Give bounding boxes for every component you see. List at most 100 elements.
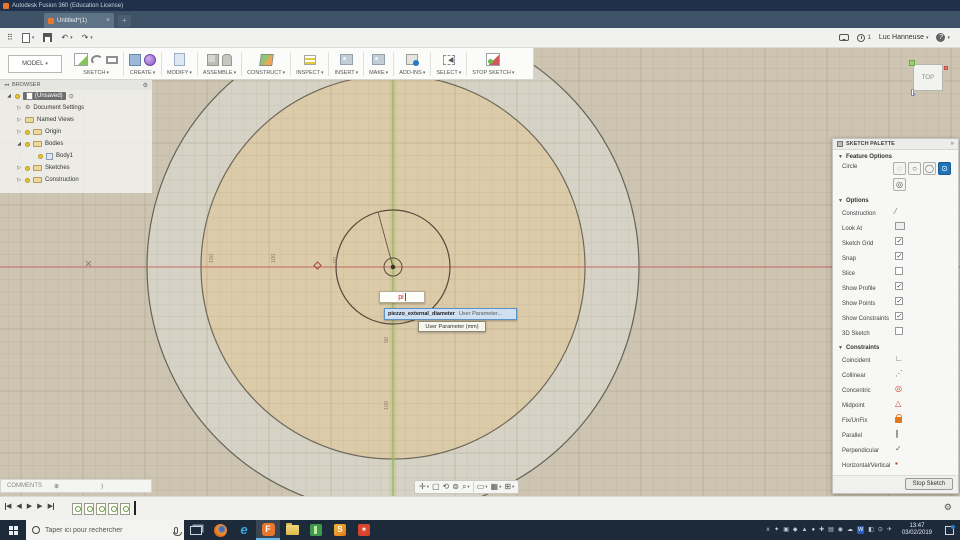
- constraint-midpoint[interactable]: Midpoint △: [833, 398, 958, 413]
- two-tangent-circle-icon-selected[interactable]: ⊙: [938, 162, 951, 175]
- redo-button[interactable]: ↷ ▾: [82, 33, 93, 43]
- view-cube-corner-green[interactable]: [909, 60, 915, 66]
- expander-icon[interactable]: ▷: [16, 105, 22, 111]
- browser-row-document-settings[interactable]: ▷ ⚙ Document Settings: [0, 102, 152, 114]
- 3d-sketch-checkbox[interactable]: [895, 327, 903, 335]
- press-pull-icon[interactable]: [173, 53, 185, 66]
- step-back-button[interactable]: ◀: [16, 502, 21, 510]
- tray-icon[interactable]: ▲: [802, 526, 808, 534]
- root-document[interactable]: (Unsaved): [23, 92, 66, 100]
- workspace-selector[interactable]: MODEL ▾: [8, 54, 62, 73]
- constraint-perpendicular[interactable]: Perpendicular ✓: [833, 443, 958, 458]
- constraint-concentric[interactable]: Concentric ◎: [833, 383, 958, 398]
- option-show-profile[interactable]: Show Profile: [833, 281, 958, 296]
- arc-tool-icon[interactable]: [91, 54, 103, 65]
- stop-sketch-button[interactable]: Stop Sketch: [904, 478, 953, 490]
- taskbar-app-red[interactable]: ✶: [352, 520, 376, 540]
- create-sketch-icon[interactable]: [74, 53, 88, 66]
- concentric-icon[interactable]: ◎: [895, 384, 902, 393]
- ribbon-group-assemble[interactable]: ASSEMBLE ▾: [198, 49, 241, 79]
- file-menu-button[interactable]: ▾: [21, 32, 34, 43]
- go-to-start-button[interactable]: ◀: [5, 502, 11, 510]
- show-constraints-checkbox[interactable]: [895, 312, 903, 320]
- ribbon-group-make[interactable]: MAKE ▾: [364, 49, 393, 79]
- taskbar-app-fusion360-active[interactable]: F: [256, 520, 280, 540]
- coincident-icon[interactable]: ∟: [895, 354, 903, 363]
- select-icon[interactable]: [442, 54, 455, 65]
- step-forward-button[interactable]: ▶: [37, 502, 42, 510]
- play-button[interactable]: ▶: [27, 502, 32, 510]
- taskbar-app-s[interactable]: S: [328, 520, 352, 540]
- tray-icon[interactable]: ✈: [887, 526, 892, 534]
- new-tab-button[interactable]: +: [118, 15, 131, 27]
- start-button[interactable]: [0, 520, 26, 540]
- display-settings-button[interactable]: ▭ ▾: [477, 481, 488, 493]
- form-tool-icon[interactable]: [144, 53, 156, 66]
- taskbar-app-explorer[interactable]: [280, 520, 304, 540]
- view-cube-corner-red[interactable]: [944, 66, 948, 70]
- display-mode-icon[interactable]: ⊙: [69, 93, 74, 100]
- look-at-icon[interactable]: [895, 222, 905, 230]
- go-to-end-button[interactable]: ▶: [48, 502, 54, 510]
- visibility-bulb-icon[interactable]: [38, 153, 43, 159]
- browser-row-construction[interactable]: ▷ Construction: [0, 174, 152, 186]
- viewports-button[interactable]: ⊞ ▾: [504, 481, 514, 493]
- close-tab-icon[interactable]: ×: [106, 17, 110, 24]
- perpendicular-icon[interactable]: ✓: [895, 444, 902, 453]
- undo-button[interactable]: ↶ ▾: [61, 33, 72, 43]
- comment-add-icon[interactable]: ⊕: [54, 483, 98, 490]
- constraint-collinear[interactable]: Collinear ⋰: [833, 368, 958, 383]
- section-expander-icon[interactable]: ▼: [838, 154, 843, 160]
- data-panel-grid-icon[interactable]: ⠿: [7, 33, 13, 43]
- make-icon[interactable]: [372, 54, 386, 65]
- ribbon-group-create[interactable]: CREATE ▾: [124, 49, 161, 79]
- tray-icon[interactable]: ✚: [819, 526, 824, 534]
- action-center-button[interactable]: [938, 520, 960, 540]
- save-button[interactable]: [43, 33, 53, 42]
- taskbar-app-green[interactable]: [304, 520, 328, 540]
- tray-icon[interactable]: ◆: [793, 526, 798, 534]
- visibility-bulb-icon[interactable]: [15, 93, 20, 99]
- job-status-button[interactable]: 1: [857, 33, 871, 42]
- three-tangent-circle-icon[interactable]: ◎: [893, 178, 906, 191]
- task-view-button[interactable]: [184, 520, 208, 540]
- section-feature-options[interactable]: ▼ Feature Options: [833, 150, 958, 162]
- slice-checkbox[interactable]: [895, 267, 903, 275]
- insert-icon[interactable]: [339, 54, 353, 65]
- comments-icon[interactable]: [839, 34, 850, 41]
- timeline-feature-sketch[interactable]: [72, 503, 82, 515]
- option-look-at[interactable]: Look At: [833, 221, 958, 236]
- option-show-constraints[interactable]: Show Constraints: [833, 311, 958, 326]
- section-constraints[interactable]: ▼ Constraints: [833, 341, 958, 353]
- expander-icon[interactable]: ▷: [16, 165, 22, 171]
- browser-row-named-views[interactable]: ▷ Named Views: [0, 114, 152, 126]
- tray-icon[interactable]: ▣: [783, 526, 789, 534]
- section-expander-icon[interactable]: ▼: [838, 198, 843, 204]
- new-component-icon[interactable]: [206, 53, 219, 66]
- constraint-fix-unfix[interactable]: Fix/UnFix: [833, 413, 958, 428]
- taskbar-app-firefox[interactable]: [208, 520, 232, 540]
- help-menu[interactable]: ? ▾: [936, 33, 950, 42]
- ribbon-group-select[interactable]: SELECT ▾: [431, 49, 466, 79]
- sketch-grid-checkbox[interactable]: [895, 237, 903, 245]
- tray-icon[interactable]: ◉: [838, 526, 843, 534]
- show-points-checkbox[interactable]: [895, 297, 903, 305]
- constraint-horizontal-vertical[interactable]: Horizontal/Vertical ▪: [833, 458, 958, 473]
- visibility-bulb-icon[interactable]: [25, 141, 30, 147]
- pan-button[interactable]: ✛ ▾: [419, 481, 429, 493]
- fit-button[interactable]: ▢: [432, 481, 440, 493]
- expand-icon[interactable]: »: [951, 141, 954, 147]
- tray-icon[interactable]: ☁: [847, 526, 853, 534]
- grid-settings-button[interactable]: ▦ ▾: [491, 481, 502, 493]
- collapse-icon[interactable]: ◂◂: [4, 82, 9, 88]
- microphone-icon[interactable]: [173, 526, 182, 536]
- word-tray-icon[interactable]: W: [857, 526, 865, 534]
- origin-point[interactable]: [390, 264, 396, 270]
- option-slice[interactable]: Slice: [833, 266, 958, 281]
- box-tool-icon[interactable]: [129, 53, 141, 66]
- ribbon-group-sketch[interactable]: SKETCH ▾: [69, 49, 123, 79]
- taskbar-search-box[interactable]: Taper ici pour rechercher: [26, 520, 184, 540]
- comments-bar[interactable]: COMMENTS ⊕ ⟩: [0, 479, 152, 493]
- option-construction[interactable]: Construction ⁄: [833, 206, 958, 221]
- show-hidden-icons[interactable]: ∧: [766, 526, 770, 534]
